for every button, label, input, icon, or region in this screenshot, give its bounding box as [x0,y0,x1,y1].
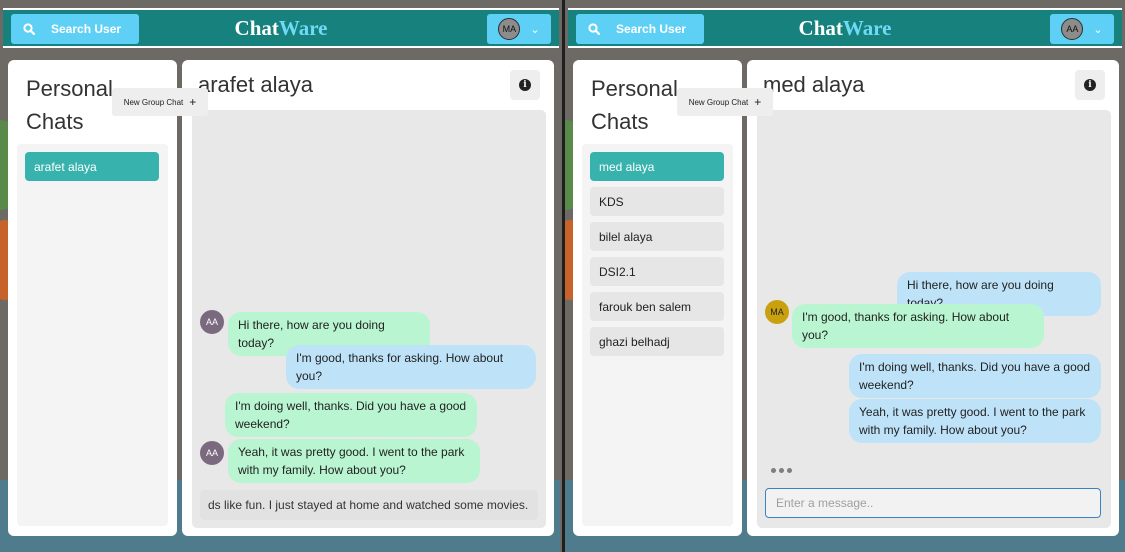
message-bubble-incoming: I'm good, thanks for asking. How about y… [792,304,1044,348]
chat-list-item[interactable]: DSI2.1 [590,257,724,286]
new-group-chat-button[interactable]: New Group Chat + [112,88,208,116]
messages-area[interactable]: AA Hi there, how are you doing today? I'… [192,110,546,528]
messages-area[interactable]: Hi there, how are you doing today? MA I'… [757,110,1111,528]
message-bubble-outgoing: I'm good, thanks for asking. How about y… [286,345,536,389]
chat-box-panel: med alaya i Hi there, how are you doing … [747,60,1119,536]
chat-list-item[interactable]: med alaya [590,152,724,181]
search-user-label: Search User [51,22,122,36]
app-logo: ChatWare [799,16,892,41]
plus-icon: + [754,95,762,109]
right-app-window: Search User ChatWare AA ⌄ Personal Chats… [565,0,1125,552]
chat-list-item[interactable]: bilel alaya [590,222,724,251]
search-user-button[interactable]: Search User [576,14,704,44]
chat-list-item[interactable]: KDS [590,187,724,216]
my-chats-panel: Personal Chats New Group Chat + arafet a… [8,60,208,536]
chats-heading-line1: Personal [26,76,113,101]
avatar: AA [1061,18,1084,40]
search-user-label: Search User [616,22,687,36]
message-bubble-outgoing: I'm doing well, thanks. Did you have a g… [849,354,1101,398]
avatar: MA [498,18,521,40]
new-group-chat-button[interactable]: New Group Chat + [677,88,773,116]
chat-list: arafet alaya [17,144,168,526]
message-bubble-incoming: I'm doing well, thanks. Did you have a g… [225,393,477,437]
search-user-button[interactable]: Search User [11,14,139,44]
chat-list-item[interactable]: ghazi belhadj [590,327,724,356]
message-bubble-incoming: Yeah, it was pretty good. I went to the … [228,439,480,483]
typing-indicator-icon [771,468,792,473]
search-icon [588,23,600,35]
chats-heading-line2: Chats [591,109,649,134]
plus-icon: + [189,95,197,109]
chat-list: med alaya KDS bilel alaya DSI2.1 farouk … [582,144,733,526]
info-icon: i [519,79,531,91]
chat-info-button[interactable]: i [510,70,540,100]
profile-menu-button[interactable]: MA ⌄ [487,14,551,44]
message-input[interactable]: ds like fun. I just stayed at home and w… [200,490,538,520]
chat-list-item[interactable]: farouk ben salem [590,292,724,321]
typing-dot [787,468,792,473]
chat-box-panel: arafet alaya i AA Hi there, how are you … [182,60,554,536]
chats-heading: Personal Chats [26,72,113,138]
info-icon: i [1084,79,1096,91]
sender-avatar: MA [765,300,789,324]
brand-text-part1: Chat [234,16,279,40]
chat-list-item[interactable]: arafet alaya [25,152,159,181]
chats-heading: Personal Chats [591,72,678,138]
chat-info-button[interactable]: i [1075,70,1105,100]
chevron-down-icon: ⌄ [530,23,540,36]
brand-text-part2: Ware [842,16,892,40]
search-icon [23,23,35,35]
top-navbar: Search User ChatWare AA ⌄ [568,8,1122,48]
sender-avatar: AA [200,441,224,465]
chats-heading-line2: Chats [26,109,84,134]
typing-dot [771,468,776,473]
brand-text-part1: Chat [798,16,843,40]
new-group-chat-label: New Group Chat [123,97,184,107]
profile-menu-button[interactable]: AA ⌄ [1050,14,1114,44]
app-logo: ChatWare [235,16,328,41]
top-navbar: Search User ChatWare MA ⌄ [3,8,559,48]
left-app-window: Search User ChatWare MA ⌄ Personal Chats… [0,0,562,552]
chevron-down-icon: ⌄ [1093,23,1103,36]
my-chats-panel: Personal Chats New Group Chat + med alay… [573,60,773,536]
chat-partner-name: med alaya [763,72,865,97]
message-input[interactable] [765,488,1101,518]
chats-heading-line1: Personal [591,76,678,101]
chat-partner-name: arafet alaya [198,72,313,97]
new-group-chat-label: New Group Chat [688,97,749,107]
message-bubble-outgoing: Yeah, it was pretty good. I went to the … [849,399,1101,443]
sender-avatar: AA [200,310,224,334]
brand-text-part2: Ware [278,16,328,40]
typing-dot [779,468,784,473]
